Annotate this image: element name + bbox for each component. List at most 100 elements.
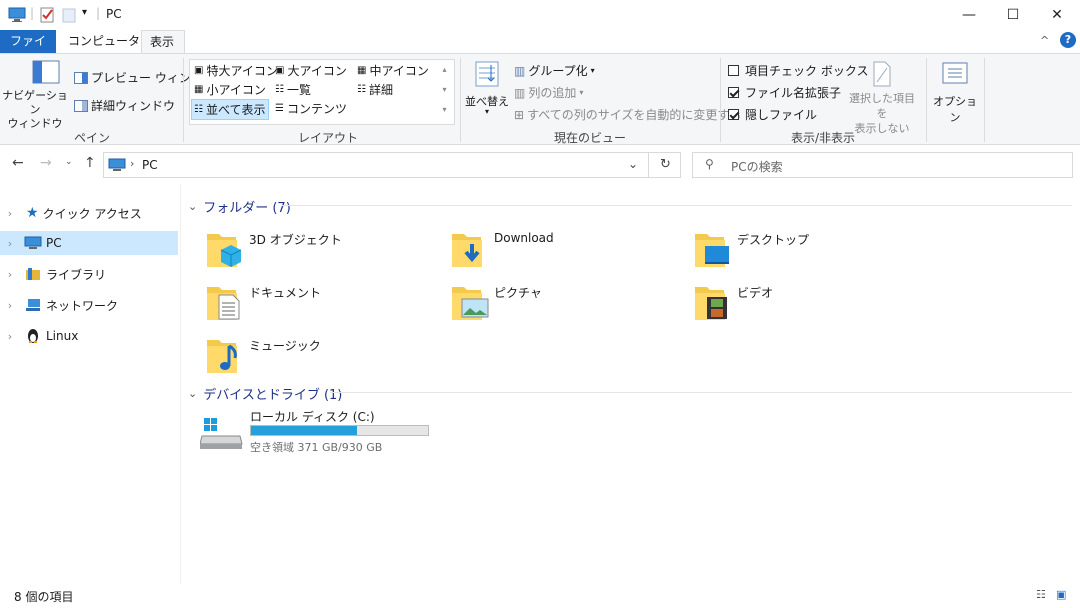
forward-arrow-icon[interactable]: → — [40, 155, 52, 171]
tab-view[interactable]: 表示 — [141, 30, 185, 53]
computer-icon[interactable] — [8, 7, 26, 23]
local-disk-icon — [200, 418, 243, 449]
folder-videos[interactable]: ビデオ — [693, 281, 933, 331]
navigation-pane: › ★ クイック アクセス › PC › ライブラリ › ネットワーク › Li… — [0, 184, 180, 584]
minimize-button[interactable]: — — [946, 0, 992, 30]
file-extensions-label: ファイル名拡張子 — [745, 86, 842, 100]
ribbon-collapse-icon[interactable]: ^ — [1040, 34, 1049, 47]
music-folder-icon — [207, 340, 237, 373]
folder-documents[interactable]: ドキュメント — [205, 281, 445, 331]
refresh-icon[interactable]: ↻ — [660, 157, 671, 172]
layout-extra-large-icons[interactable]: ▣ 特大アイコン — [194, 62, 278, 79]
add-columns-icon: ▥ — [514, 85, 526, 100]
folders-section-title: フォルダー (7) — [203, 201, 291, 216]
layout-details[interactable]: ☷ 詳細 — [357, 81, 393, 98]
search-input[interactable]: PCの検索 — [731, 158, 783, 175]
computer-icon — [24, 236, 42, 249]
layout-scroll[interactable]: ▴ ▾ ▾ — [437, 60, 452, 122]
drive-usage-bar — [250, 425, 429, 436]
sidebar-item-label: ライブラリ — [46, 267, 107, 282]
expand-chevron-icon[interactable]: › — [0, 268, 20, 281]
sidebar-item-network[interactable]: › ネットワーク — [0, 293, 178, 317]
group-by-dropdown-icon: ▾ — [590, 66, 595, 75]
back-arrow-icon[interactable]: ← — [12, 155, 24, 171]
sidebar-item-pc[interactable]: › PC — [0, 231, 178, 255]
drive-label: ローカル ディスク (C:) — [250, 410, 375, 424]
add-columns-button[interactable]: ▥ 列の追加 ▾ — [514, 84, 583, 101]
close-button[interactable]: ✕ — [1034, 0, 1080, 30]
sidebar-item-libraries[interactable]: › ライブラリ — [0, 262, 178, 286]
breadcrumb-pc[interactable]: PC — [142, 158, 158, 172]
details-view-icon[interactable]: ☷ — [1036, 588, 1046, 601]
hide-selected-button[interactable]: 選択した項目を 表示しない — [844, 60, 920, 136]
maximize-button[interactable]: ☐ — [990, 0, 1036, 30]
sidebar-item-label: PC — [46, 236, 62, 250]
recent-locations-icon[interactable]: ⌄ — [65, 157, 73, 167]
ribbon-separator — [460, 58, 461, 142]
layout-label: 一覧 — [286, 83, 311, 97]
customize-toolbar-icon[interactable]: ▾ — [82, 7, 87, 18]
tab-file[interactable]: ファイル — [0, 30, 56, 70]
collapse-chevron-icon[interactable]: ⌄ — [188, 200, 197, 213]
layout-content[interactable]: ☰ コンテンツ — [275, 100, 347, 117]
file-extensions-checkbox[interactable] — [728, 87, 739, 98]
address-dropdown-icon[interactable]: ⌄ — [628, 157, 638, 171]
layout-tiles[interactable]: ☷ 並べて表示 — [191, 99, 269, 120]
folder-pictures[interactable]: ピクチャ — [450, 281, 690, 331]
collapse-chevron-icon[interactable]: ⌄ — [188, 387, 197, 400]
sort-icon — [475, 61, 499, 87]
3d-objects-folder-icon — [207, 234, 242, 267]
expand-chevron-icon[interactable]: › — [0, 330, 20, 343]
sidebar-item-linux[interactable]: › Linux — [0, 324, 178, 348]
address-bar[interactable]: › PC ⌄ ↻ — [103, 152, 681, 178]
expand-chevron-icon[interactable]: › — [0, 237, 20, 250]
folder-desktop[interactable]: デスクトップ — [693, 228, 933, 278]
documents-folder-icon — [207, 287, 240, 320]
ribbon-separator — [984, 58, 985, 142]
devices-section-header[interactable]: ⌄ デバイスとドライブ (1) — [188, 384, 342, 403]
breadcrumb-chevron-icon: › — [130, 157, 135, 170]
layout-small-icons[interactable]: ▦ 小アイコン — [194, 81, 266, 98]
expand-chevron-icon[interactable]: › — [0, 207, 20, 220]
pane-divider[interactable] — [180, 184, 181, 584]
sidebar-item-label: ネットワーク — [46, 298, 119, 313]
layout-label: 特大アイコン — [206, 64, 278, 78]
options-button[interactable]: オプション — [930, 62, 980, 125]
layout-large-icons[interactable]: ▣ 大アイコン — [275, 62, 347, 79]
fit-columns-label: すべての列のサイズを自動的に変更する — [527, 108, 742, 122]
group-label-current-view: 現在のビュー — [553, 131, 626, 145]
options-label: オプション — [933, 95, 977, 124]
navigation-pane-button[interactable]: ナビゲーション ウィンドウ — [2, 60, 68, 130]
linux-penguin-icon — [28, 329, 38, 343]
hidden-items-toggle[interactable]: 隠しファイル — [728, 106, 817, 123]
devices-section-title: デバイスとドライブ (1) — [203, 388, 343, 403]
hidden-items-checkbox[interactable] — [728, 109, 739, 120]
expand-chevron-icon[interactable]: › — [0, 299, 20, 312]
new-folder-icon[interactable] — [62, 7, 76, 23]
status-item-count: 8 個の項目 — [14, 590, 74, 604]
item-checkboxes-checkbox[interactable] — [728, 65, 739, 76]
details-pane-button[interactable]: 詳細ウィンドウ — [74, 97, 175, 114]
folder-label: ピクチャ — [494, 286, 542, 300]
drive-c[interactable]: ローカル ディスク (C:) 空き領域 371 GB/930 GB — [198, 408, 438, 458]
star-icon: ★ — [26, 205, 39, 221]
large-icons-view-icon[interactable]: ▣ — [1056, 588, 1066, 601]
layout-medium-icons[interactable]: ▦ 中アイコン — [357, 62, 429, 79]
sidebar-item-quick-access[interactable]: › ★ クイック アクセス — [0, 201, 178, 225]
search-box[interactable]: ⚲ PCの検索 — [692, 152, 1073, 178]
properties-icon[interactable] — [40, 7, 54, 23]
fit-columns-button[interactable]: ⊞ すべての列のサイズを自動的に変更する — [514, 106, 741, 123]
layout-list[interactable]: ☷ 一覧 — [275, 81, 311, 98]
folder-download[interactable]: Download — [450, 228, 690, 278]
help-icon[interactable]: ? — [1060, 32, 1076, 48]
file-extensions-toggle[interactable]: ファイル名拡張子 — [728, 84, 841, 101]
sort-button[interactable]: 並べ替え ▾ — [465, 60, 509, 116]
folder-3d-objects[interactable]: 3D オブジェクト — [205, 228, 445, 278]
download-folder-icon — [452, 234, 482, 267]
medium-icons-icon: ▦ — [357, 65, 367, 76]
title-separator: | — [30, 6, 35, 20]
up-arrow-icon[interactable]: ↑ — [84, 155, 96, 171]
folder-music[interactable]: ミュージック — [205, 334, 445, 384]
folders-section-header[interactable]: ⌄ フォルダー (7) — [188, 197, 291, 216]
group-by-button[interactable]: ▥ グループ化 ▾ — [514, 62, 595, 79]
